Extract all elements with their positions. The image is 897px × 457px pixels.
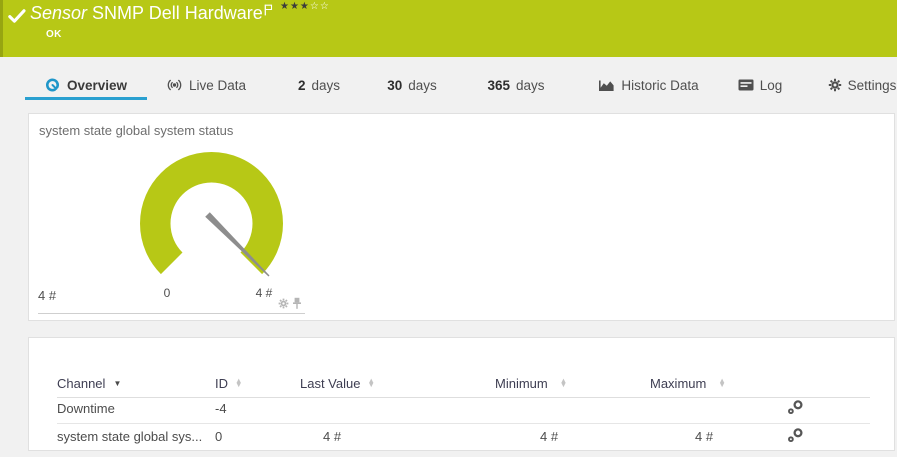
tab-2-days[interactable]: 2 days — [285, 73, 353, 97]
sort-icon: ▲▼ — [367, 379, 374, 388]
gauge-icon — [45, 77, 61, 93]
status-ok-check-icon — [8, 9, 26, 24]
column-header-id[interactable]: ID ▲▼ — [215, 375, 242, 391]
area-chart-icon — [599, 79, 615, 91]
sort-icon: ▲▼ — [718, 379, 725, 388]
column-header-channel[interactable]: Channel ▼ — [57, 375, 121, 391]
row-divider — [57, 423, 870, 424]
priority-flag-icon[interactable] — [264, 4, 273, 16]
channel-settings-gears-icon[interactable] — [787, 399, 805, 415]
tab-settings[interactable]: Settings — [820, 73, 897, 97]
gauge-pin-icon[interactable] — [292, 297, 302, 310]
tab-historic-data[interactable]: Historic Data — [585, 73, 713, 97]
column-label: Maximum — [650, 376, 706, 391]
column-label: Minimum — [495, 376, 548, 391]
prtg-sensor-page: SensorSNMP Dell Hardware ★★★☆☆ OK Overvi… — [0, 0, 897, 457]
column-label: Last Value — [300, 376, 360, 391]
tab-label: Overview — [67, 78, 127, 93]
tab-label: days — [408, 78, 437, 93]
channel-gauge — [128, 140, 298, 290]
channel-settings-gears-icon[interactable] — [787, 427, 805, 443]
column-header-minimum[interactable]: Minimum ▲▼ — [495, 375, 567, 391]
sort-desc-icon: ▼ — [113, 379, 121, 388]
gear-icon — [828, 78, 842, 92]
channels-panel: Channel ▼ ID ▲▼ Last Value ▲▼ Minimum ▲▼… — [28, 337, 895, 451]
tab-label: Live Data — [189, 78, 246, 93]
tab-label: Log — [760, 78, 783, 93]
log-icon — [738, 79, 754, 91]
tab-365-days[interactable]: 365 days — [478, 73, 554, 97]
tab-live-data[interactable]: Live Data — [160, 73, 252, 97]
gauge-current-value: 4 # — [38, 288, 56, 303]
cell-minimum: 4 # — [540, 429, 558, 444]
gauge-footer-divider — [38, 313, 305, 314]
header-edge — [0, 0, 3, 57]
tab-30-days[interactable]: 30 days — [378, 73, 446, 97]
header-divider — [57, 397, 870, 398]
broadcast-icon — [166, 77, 183, 93]
tab-label: Historic Data — [621, 78, 698, 93]
star-filled-icon[interactable]: ★★★ — [280, 1, 310, 12]
gauge-title: system state global system status — [39, 123, 233, 138]
tab-log[interactable]: Log — [728, 73, 792, 97]
tab-number: 30 — [387, 78, 402, 93]
sensor-header: SensorSNMP Dell Hardware ★★★☆☆ OK — [0, 0, 897, 57]
gauge-panel: system state global system status 0 4 # … — [28, 113, 895, 321]
cell-channel[interactable]: system state global sys... — [57, 429, 202, 444]
gauge-settings-gear-icon[interactable] — [278, 298, 289, 309]
tab-number: 2 — [298, 78, 306, 93]
tab-bar: Overview Live Data 2 days 30 days 365 da… — [0, 57, 897, 113]
column-header-last-value[interactable]: Last Value ▲▼ — [300, 375, 375, 391]
gauge-min-label: 0 — [154, 286, 180, 300]
column-label: ID — [215, 376, 228, 391]
sort-icon: ▲▼ — [560, 379, 567, 388]
tab-label: days — [311, 78, 340, 93]
sort-icon: ▲▼ — [235, 379, 242, 388]
page-title: SensorSNMP Dell Hardware — [30, 3, 263, 24]
tab-overview[interactable]: Overview — [25, 73, 147, 97]
sensor-kind-label: Sensor — [30, 3, 87, 23]
status-badge: OK — [46, 29, 62, 40]
active-tab-underline — [25, 97, 147, 100]
column-label: Channel — [57, 376, 105, 391]
cell-id: 0 — [215, 429, 222, 444]
priority-stars[interactable]: ★★★☆☆ — [280, 1, 330, 12]
cell-channel[interactable]: Downtime — [57, 401, 115, 416]
cell-maximum: 4 # — [695, 429, 713, 444]
tab-label: Settings — [848, 78, 897, 93]
tab-number: 365 — [487, 78, 510, 93]
sensor-name: SNMP Dell Hardware — [92, 3, 263, 23]
column-header-maximum[interactable]: Maximum ▲▼ — [650, 375, 726, 391]
cell-last-value: 4 # — [323, 429, 341, 444]
tab-label: days — [516, 78, 545, 93]
cell-id: -4 — [215, 401, 227, 416]
star-empty-icon[interactable]: ☆☆ — [310, 1, 330, 12]
